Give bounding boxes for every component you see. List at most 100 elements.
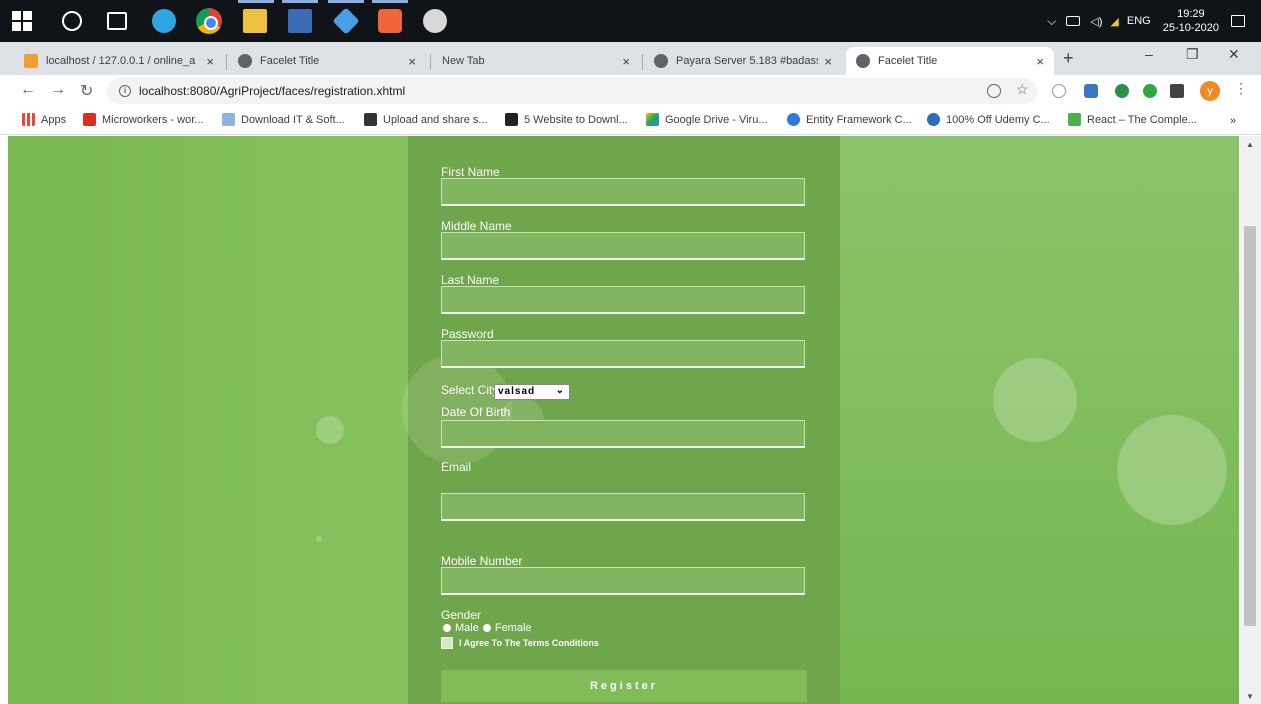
sb-icon <box>364 113 377 126</box>
star-bookmark-icon[interactable]: ☆ <box>1016 81 1030 97</box>
first-name-label: First Name <box>441 165 500 179</box>
globe-icon <box>654 54 668 68</box>
restore-button[interactable]: ❐ <box>1186 46 1199 63</box>
tab-payara[interactable]: Payara Server 5.183 #badassfis × <box>644 47 842 75</box>
shield-extension-icon[interactable] <box>1084 84 1098 98</box>
bookmark-upload-share[interactable]: Upload and share s... <box>364 113 488 126</box>
last-name-input[interactable] <box>441 286 805 314</box>
evernote-icon[interactable] <box>1143 84 1157 98</box>
close-tab-icon[interactable]: × <box>824 54 832 69</box>
tab-facelet-active[interactable]: Facelet Title × <box>846 47 1054 75</box>
decorative-bubble <box>993 358 1077 442</box>
url-text: localhost:8080/AgriProject/faces/registr… <box>139 84 406 98</box>
close-tab-icon[interactable]: × <box>408 54 416 69</box>
speaker-icon[interactable]: ◁) <box>1090 15 1102 28</box>
address-bar[interactable]: i localhost:8080/AgriProject/faces/regis… <box>107 78 1037 104</box>
page-viewport: First Name Middle Name Last Name Passwor… <box>8 136 1239 704</box>
cortana-search-icon[interactable] <box>62 11 82 31</box>
running-indicator <box>238 0 274 3</box>
terms-agreement: I Agree To The Terms Conditions <box>441 637 599 649</box>
task-view-icon[interactable] <box>107 12 127 30</box>
apps-grid-icon <box>22 113 35 126</box>
browser-toolbar: ← → ↻ i localhost:8080/AgriProject/faces… <box>0 75 1261 107</box>
phpmyadmin-favicon-icon <box>24 54 38 68</box>
background-left <box>8 136 408 704</box>
virtualbox-icon[interactable] <box>332 7 360 35</box>
chrome-icon[interactable] <box>196 8 222 34</box>
tab-facelet-1[interactable]: Facelet Title × <box>228 47 426 75</box>
language-indicator[interactable]: ENG <box>1127 15 1151 27</box>
female-radio[interactable] <box>482 624 491 632</box>
scroll-down-icon[interactable]: ▼ <box>1246 692 1254 701</box>
new-tab-button[interactable]: + <box>1063 48 1074 69</box>
file-explorer-icon[interactable] <box>243 9 267 33</box>
extension-icon[interactable] <box>1115 84 1129 98</box>
bookmark-google-drive[interactable]: Google Drive - Viru... <box>646 113 768 126</box>
close-tab-icon[interactable]: × <box>622 54 630 69</box>
puzzle-extensions-icon[interactable] <box>1170 84 1184 98</box>
email-input[interactable] <box>441 493 805 521</box>
mobile-input[interactable] <box>441 567 805 595</box>
running-indicator <box>328 0 364 3</box>
close-tab-icon[interactable]: × <box>1036 54 1044 69</box>
password-input[interactable] <box>441 340 805 368</box>
tab-phpmyadmin[interactable]: localhost / 127.0.0.1 / online_a × <box>14 47 224 75</box>
info-icon[interactable]: i <box>119 85 131 97</box>
running-indicator <box>282 0 318 3</box>
bookmark-react[interactable]: React – The Comple... <box>1068 113 1197 126</box>
bookmarks-overflow-icon[interactable]: » <box>1230 115 1236 127</box>
last-name-label: Last Name <box>441 273 500 287</box>
clock[interactable]: 19:29 25-10-2020 <box>1163 7 1219 35</box>
menu-kebab-icon[interactable]: ⋮ <box>1234 80 1248 97</box>
password-label: Password <box>441 327 494 341</box>
bookmark-apps[interactable]: Apps <box>22 113 66 126</box>
document-app-icon[interactable] <box>288 9 312 33</box>
terms-checkbox[interactable] <box>441 637 453 649</box>
xampp-icon[interactable] <box>378 9 402 33</box>
male-radio[interactable] <box>443 624 451 632</box>
close-window-button[interactable]: ✕ <box>1228 46 1240 63</box>
tab-separator <box>430 54 431 70</box>
register-button[interactable]: Register <box>441 670 807 702</box>
forward-arrow-icon[interactable]: → <box>50 81 66 99</box>
udemy-coupon-icon <box>927 113 940 126</box>
wifi-icon[interactable]: ◢ <box>1110 15 1118 28</box>
bookmarks-bar: Apps Microworkers - wor... Download IT &… <box>0 107 1261 135</box>
gender-label: Gender <box>441 608 482 622</box>
telegram-icon[interactable] <box>152 9 176 33</box>
close-tab-icon[interactable]: × <box>206 54 214 69</box>
dob-input[interactable] <box>441 420 805 448</box>
middle-name-label: Middle Name <box>441 219 512 233</box>
select-city-label: Select City <box>441 383 499 397</box>
decorative-bubble <box>316 536 322 542</box>
middle-name-input[interactable] <box>441 232 805 260</box>
gender-options: Male Female <box>441 622 532 634</box>
page-scrollbar[interactable]: ▲ ▼ <box>1239 136 1261 704</box>
bookmark-5-website[interactable]: 5 Website to Downl... <box>505 113 628 126</box>
battery-icon[interactable] <box>1066 16 1081 26</box>
paint-icon[interactable] <box>423 9 447 33</box>
bookmark-entity-framework[interactable]: Entity Framework C... <box>787 113 912 126</box>
globe-icon <box>856 54 870 68</box>
dob-label: Date Of Birth <box>441 405 511 419</box>
microworkers-icon <box>83 113 96 126</box>
city-select[interactable]: valsad ⌄ <box>494 384 570 400</box>
chevron-up-icon[interactable]: ⌵ <box>1047 14 1056 29</box>
bookmark-microworkers[interactable]: Microworkers - wor... <box>83 113 203 126</box>
notification-icon[interactable] <box>1231 15 1245 27</box>
zoom-icon[interactable] <box>987 84 1001 98</box>
profile-avatar[interactable]: y <box>1200 81 1220 101</box>
first-name-input[interactable] <box>441 178 805 206</box>
reload-icon[interactable]: ↻ <box>80 81 93 101</box>
minimize-button[interactable]: – <box>1145 46 1153 62</box>
windows-start-icon[interactable] <box>12 11 32 31</box>
scroll-thumb[interactable] <box>1244 226 1256 626</box>
running-indicator <box>372 0 408 3</box>
tab-new-tab[interactable]: New Tab × <box>432 47 640 75</box>
extension-link-icon[interactable] <box>1052 84 1066 98</box>
bookmark-udemy[interactable]: 100% Off Udemy C... <box>927 113 1050 126</box>
scroll-up-icon[interactable]: ▲ <box>1246 140 1254 149</box>
bookmark-download-it[interactable]: Download IT & Soft... <box>222 113 345 126</box>
mobile-label: Mobile Number <box>441 554 523 568</box>
back-arrow-icon[interactable]: ← <box>20 81 36 99</box>
